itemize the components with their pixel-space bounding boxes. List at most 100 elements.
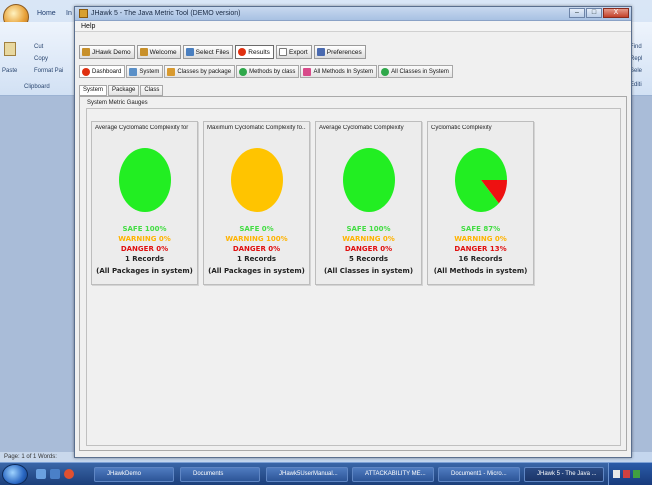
tab-scope-system[interactable]: System [79,85,108,96]
document-area-left [0,96,80,452]
cut-label[interactable]: Cut [34,44,43,50]
results-button[interactable]: Results [235,45,274,59]
welcome-button[interactable]: Welcome [136,45,181,59]
word-status-bar: Page: 1 of 1 Words: [0,452,80,462]
gauge-safe-text: SAFE 0% [239,225,274,233]
explorer-icon[interactable] [50,469,60,479]
system-icon [129,67,138,76]
tab-all-classes-label: All Classes in System [391,68,449,75]
gauge-records-text: 1 Records [124,255,165,263]
wrench-icon [316,48,325,56]
package-icon [167,67,176,76]
jhawk-demo-label: JHawk Demo [92,48,131,56]
gauge-title: Maximum Cyclomatic Complexity fo... [207,125,306,131]
gauge-warning-text: WARNING 0% [454,235,507,243]
browser-icon[interactable] [64,469,74,479]
select-files-label: Select Files [195,48,230,56]
tray-icon[interactable] [633,470,640,478]
system-tray [608,463,652,485]
home-tab[interactable]: Home [37,10,56,17]
close-button[interactable]: X [603,8,629,18]
gauge-scope-text: (All Methods in system) [433,267,528,275]
gauge-scope-text: (All Classes in system) [323,267,414,275]
gauge-card: Average Cyclomatic Complexity SAFE 100% … [315,121,422,285]
gauge-records-text: 5 Records [348,255,389,263]
tab-system[interactable]: System [126,65,164,78]
gauge-danger-text: DANGER 0% [232,245,281,253]
window-titlebar[interactable]: JHawk 5 - The Java Metric Tool (DEMO ver… [75,7,631,21]
gauge-warning-text: WARNING 0% [118,235,171,243]
tab-dashboard-label: Dashboard [92,68,122,75]
gauge-pie-chart [343,148,395,212]
window-title: JHawk 5 - The Java Metric Tool (DEMO ver… [91,10,241,17]
jhawk-window: JHawk 5 - The Java Metric Tool (DEMO ver… [74,6,632,458]
taskbar-item[interactable]: Document1 - Micro... [438,467,520,482]
main-toolbar: JHawk Demo Welcome Select Files Results … [79,45,366,59]
jhawk-icon [82,48,90,56]
jhawk-demo-button[interactable]: JHawk Demo [79,45,135,59]
preferences-button[interactable]: Preferences [313,45,366,59]
tab-all-classes[interactable]: All Classes in System [378,65,453,78]
gauge-pie-chart [455,148,507,212]
tray-icon[interactable] [613,470,620,478]
gauges-group: Average Cyclomatic Complexity for SAFE 1… [86,108,621,446]
format-painter-label[interactable]: Format Pai [34,68,63,74]
warning-slice [231,148,283,212]
gauge-records-text: 16 Records [458,255,503,263]
gauge-pie-chart [231,148,283,212]
paste-label[interactable]: Paste [2,68,17,74]
menu-help[interactable]: Help [81,23,95,30]
select-files-button[interactable]: Select Files [182,45,234,59]
taskbar-item[interactable]: ATTACKABILITY ME... [352,467,434,482]
maximize-button[interactable]: □ [586,8,602,18]
gauge-safe-text: SAFE 87% [460,225,501,233]
welcome-icon [139,48,148,56]
insert-tab[interactable]: In [66,10,72,17]
tab-scope-class[interactable]: Class [140,85,164,96]
taskbar-item[interactable]: JHawkDemo [94,467,174,482]
tab-classes-by-package-label: Classes by package [177,68,232,75]
export-button[interactable]: Export [275,45,312,59]
show-desktop-icon[interactable] [36,469,46,479]
tab-classes-by-package[interactable]: Classes by package [164,65,236,78]
tab-dashboard[interactable]: Dashboard [79,65,126,78]
gauge-scope-text: (All Packages in system) [96,267,193,275]
safe-slice [343,148,395,212]
tab-methods-by-class-label: Methods by class [249,68,296,75]
minimize-button[interactable]: – [569,8,585,18]
preferences-label: Preferences [326,48,362,56]
export-label: Export [288,48,308,56]
start-button[interactable] [2,464,28,485]
tab-methods-by-class[interactable]: Methods by class [236,65,300,78]
gauges-group-title: System Metric Gauges [87,100,148,106]
jhawk-app-icon [79,9,88,18]
copy-label[interactable]: Copy [34,56,48,62]
dashboard-icon [82,67,90,76]
gauge-card: Cyclomatic Complexity SAFE 87% WARNING 0… [427,121,534,285]
taskbar-item[interactable]: JHawk5UserManual... [266,467,348,482]
tab-scope-package[interactable]: Package [108,85,140,96]
gauge-records-text: 1 Records [236,255,277,263]
taskbar-item[interactable]: Documents [180,467,260,482]
taskbar-item-active[interactable]: JHawk 5 - The Java ... [524,467,604,482]
results-tabs: Dashboard System Classes by package Meth… [79,65,453,78]
gauge-warning-text: WARNING 0% [342,235,395,243]
gauge-title: Average Cyclomatic Complexity [319,125,404,131]
gauge-card: Average Cyclomatic Complexity for SAFE 1… [91,121,198,285]
results-label: Results [248,48,270,56]
tab-all-methods[interactable]: All Methods In System [300,65,378,78]
methods-icon [239,67,248,76]
gauge-pie-chart [119,148,171,212]
gauge-warning-text: WARNING 100% [225,235,288,243]
tab-all-methods-label: All Methods In System [313,68,374,75]
welcome-label: Welcome [149,48,177,56]
folder-icon [185,48,194,56]
gauge-title: Average Cyclomatic Complexity for [95,125,189,131]
tab-system-label: System [139,68,160,75]
export-icon [278,48,287,56]
gauge-card: Maximum Cyclomatic Complexity fo... SAFE… [203,121,310,285]
gauge-scope-text: (All Packages in system) [208,267,305,275]
clipboard-ribbon: Paste Cut Copy Format Pai Clipboard ◼ ↶ … [0,22,80,108]
paste-icon[interactable] [4,42,16,56]
tray-icon[interactable] [623,470,630,478]
